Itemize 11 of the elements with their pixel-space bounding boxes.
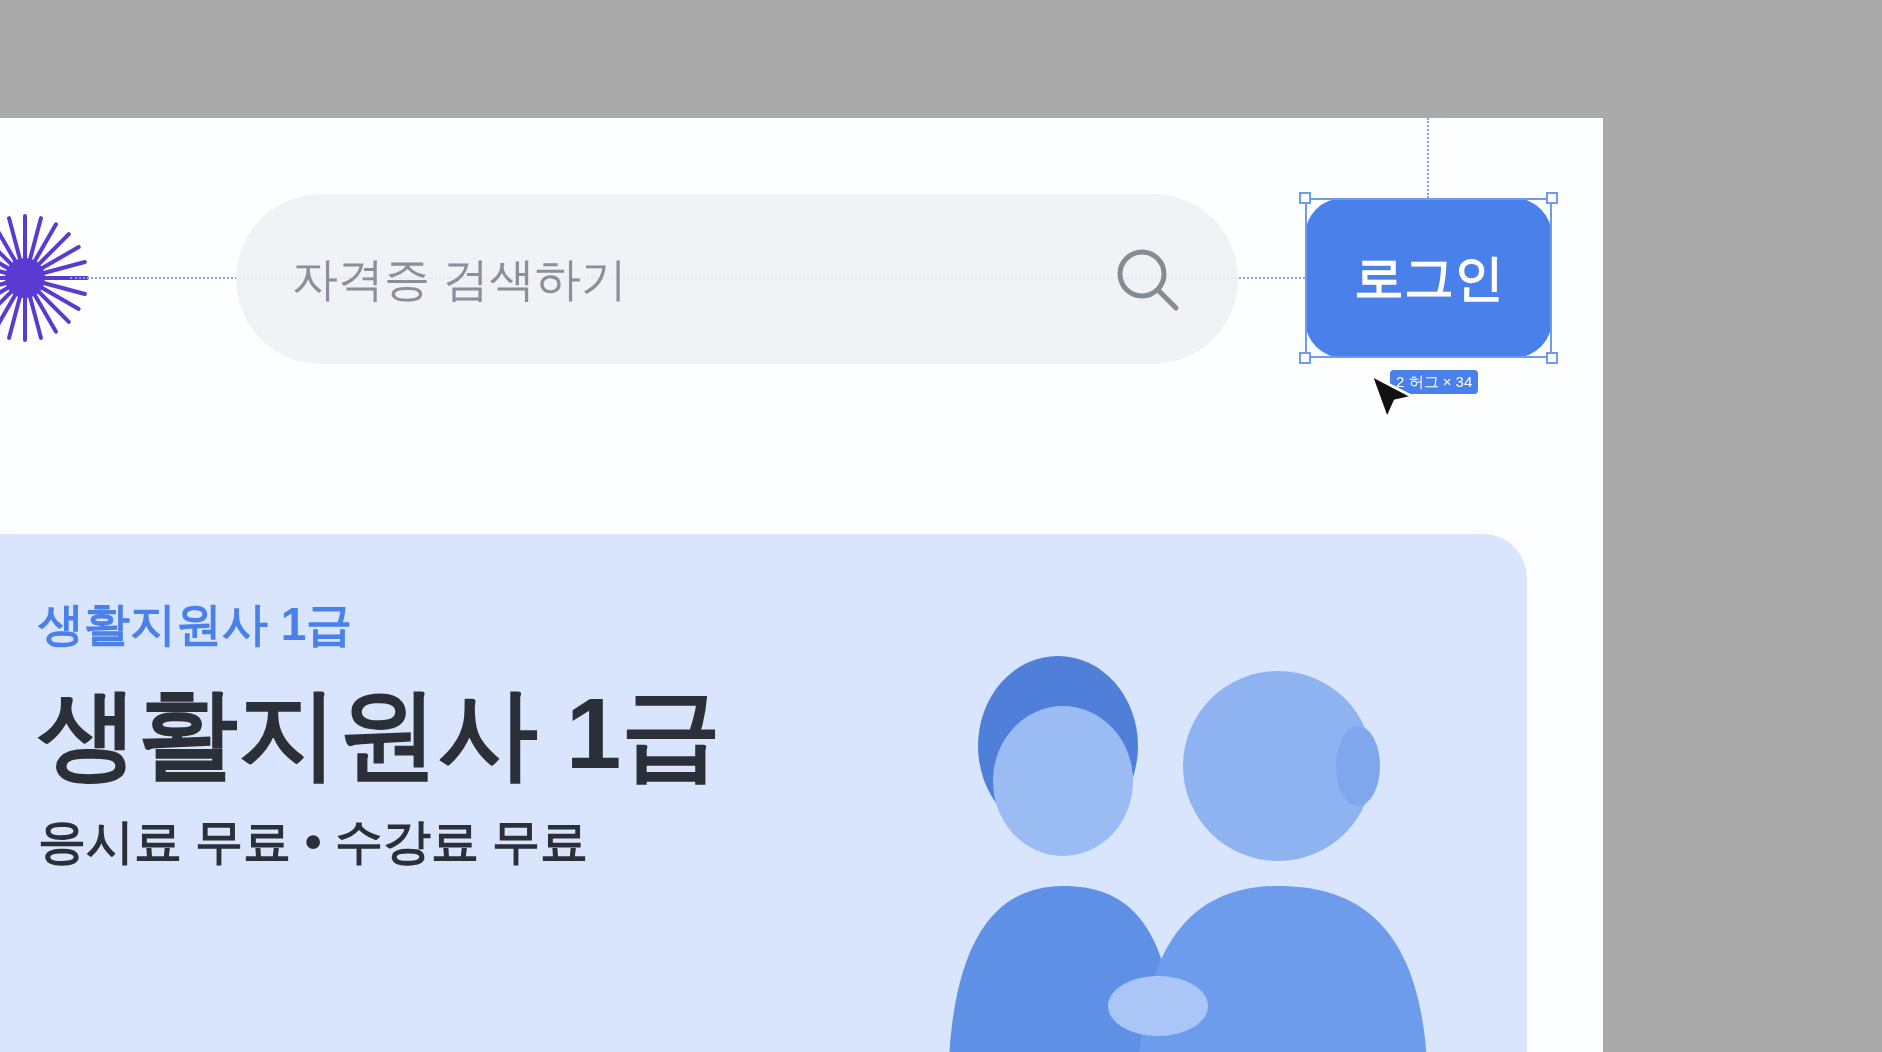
hero-subtitle: 응시료 무료 • 수강료 무료 bbox=[38, 814, 590, 870]
resize-handle[interactable] bbox=[1546, 192, 1558, 204]
search-input[interactable]: 자격증 검색하기 bbox=[292, 244, 1114, 314]
resize-handle[interactable] bbox=[1299, 352, 1311, 364]
resize-handle[interactable] bbox=[1546, 352, 1558, 364]
size-label: 2 허그 × 34 bbox=[1390, 370, 1479, 394]
search-field[interactable]: 자격증 검색하기 bbox=[236, 194, 1238, 364]
hero-eyebrow: 생활지원사 1급 bbox=[38, 597, 354, 652]
hero-title: 생활지원사 1급 bbox=[38, 678, 723, 788]
login-button[interactable]: 로그인 bbox=[1305, 198, 1552, 358]
resize-handle[interactable] bbox=[1299, 192, 1311, 204]
